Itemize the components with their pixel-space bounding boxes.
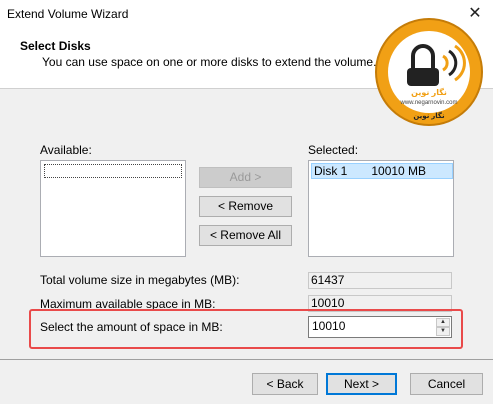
remove-button[interactable]: < Remove xyxy=(199,196,292,217)
back-button[interactable]: < Back xyxy=(252,373,318,395)
amount-label: Select the amount of space in MB: xyxy=(40,320,223,334)
amount-value: 10010 xyxy=(312,319,346,333)
amount-spinbox[interactable]: 10010 xyxy=(308,316,452,338)
selected-label: Selected: xyxy=(308,143,359,157)
next-button[interactable]: Next > xyxy=(326,373,397,395)
lock-speaker-icon xyxy=(407,44,466,86)
total-size-field: 61437 xyxy=(308,272,452,289)
watermark-ring-text: نگار نوین xyxy=(413,113,445,120)
close-icon[interactable]: ✕ xyxy=(464,4,486,24)
window-title: Extend Volume Wizard xyxy=(7,7,129,21)
selected-list-item[interactable]: Disk 1 10010 MB xyxy=(311,163,453,179)
footer-separator xyxy=(0,359,493,360)
watermark-brand: نگار نوین xyxy=(411,88,447,97)
total-size-label: Total volume size in megabytes (MB): xyxy=(40,273,240,287)
available-listbox[interactable] xyxy=(40,160,186,257)
page-subtitle: You can use space on one or more disks t… xyxy=(42,55,377,69)
page-title: Select Disks xyxy=(20,39,91,53)
available-focus-rect xyxy=(44,164,182,178)
spin-up-icon[interactable]: ▲ xyxy=(436,318,450,327)
spin-down-icon[interactable]: ▼ xyxy=(436,327,450,336)
cancel-button[interactable]: Cancel xyxy=(410,373,483,395)
selected-item-disk: Disk 1 xyxy=(314,164,348,178)
available-label: Available: xyxy=(40,143,92,157)
selected-item-size: 10010 MB xyxy=(371,164,427,178)
remove-all-button[interactable]: < Remove All xyxy=(199,225,292,246)
selected-listbox[interactable]: Disk 1 10010 MB xyxy=(308,160,454,257)
watermark-url: www.negarnovin.com xyxy=(400,100,458,106)
add-button[interactable]: Add > xyxy=(199,167,292,188)
